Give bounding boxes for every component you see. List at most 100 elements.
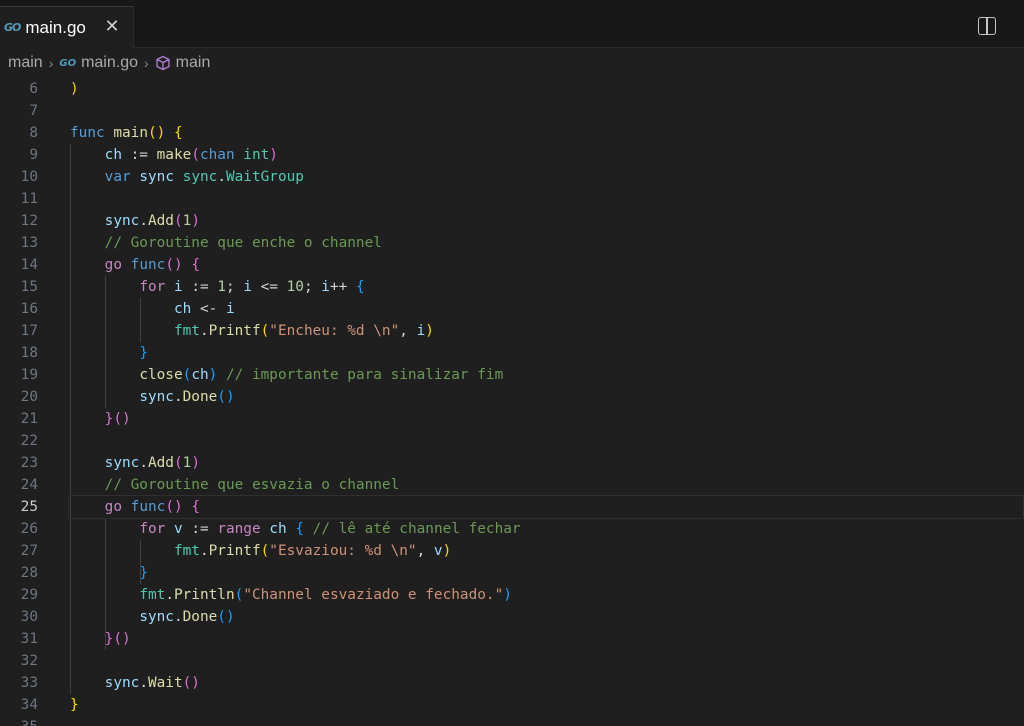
- code-token: // Goroutine que esvazia o channel: [104, 477, 400, 493]
- line-number: 31: [20, 631, 38, 647]
- code-token: int: [243, 147, 270, 163]
- code-token: func: [70, 125, 105, 141]
- code-token: range: [217, 521, 261, 537]
- code-line[interactable]: 32: [0, 650, 1024, 672]
- line-code: // Goroutine que esvazia o channel: [70, 474, 400, 496]
- code-line[interactable]: 18 }: [0, 342, 1024, 364]
- code-token: (: [191, 147, 200, 163]
- code-line[interactable]: 15 for i := 1; i <= 10; i++ {: [0, 276, 1024, 298]
- code-line[interactable]: 29 fmt.Println("Channel esvaziado e fech…: [0, 584, 1024, 606]
- code-line[interactable]: 10 var sync sync.WaitGroup: [0, 166, 1024, 188]
- code-token: (: [260, 543, 270, 559]
- code-line[interactable]: 14 go func() {: [0, 254, 1024, 276]
- code-token: for: [139, 279, 166, 295]
- symbol-method-icon: [156, 55, 170, 71]
- code-token: sync: [139, 389, 174, 405]
- code-token: 1: [217, 279, 226, 295]
- code-editor[interactable]: 6) 7 8 func main() {9 ch := make(chan int) 1…: [0, 78, 1024, 726]
- code-line[interactable]: 7: [0, 100, 1024, 122]
- code-token: ): [503, 587, 512, 603]
- line-code: func main() {: [70, 122, 183, 144]
- line-code: for v := range ch { // lê até channel fe…: [70, 518, 520, 540]
- code-line[interactable]: 24 // Goroutine que esvazia o channel: [0, 474, 1024, 496]
- code-line[interactable]: 12 sync.Add(1): [0, 210, 1024, 232]
- code-token: "Encheu: %d \n": [269, 323, 400, 339]
- code-token: func: [130, 499, 166, 515]
- code-line[interactable]: 28 }: [0, 562, 1024, 584]
- current-line-highlight: [68, 495, 1024, 519]
- code-token: i: [416, 323, 426, 339]
- code-line[interactable]: 21 }(): [0, 408, 1024, 430]
- code-token: for: [139, 521, 166, 537]
- code-line[interactable]: 9 ch := make(chan int): [0, 144, 1024, 166]
- line-number: 6: [29, 81, 38, 97]
- code-token: ch: [173, 301, 192, 317]
- code-token: i: [225, 301, 235, 317]
- line-number: 17: [20, 323, 38, 339]
- chevron-right-icon: ›: [48, 55, 54, 71]
- code-line[interactable]: 13 // Goroutine que enche o channel: [0, 232, 1024, 254]
- code-token: "Channel esvaziado e fechado.": [243, 587, 504, 603]
- breadcrumb: main › GO main.go › main: [0, 48, 1024, 78]
- breadcrumb-folder[interactable]: main: [8, 54, 43, 72]
- line-number: 23: [20, 455, 38, 471]
- code-token: (: [260, 323, 270, 339]
- code-line[interactable]: 35: [0, 716, 1024, 726]
- code-token: (): [113, 411, 131, 427]
- code-line[interactable]: 33 sync.Wait(): [0, 672, 1024, 694]
- split-editor-icon[interactable]: [978, 17, 996, 35]
- code-line[interactable]: 25 go func() {: [0, 495, 1024, 519]
- code-token: Done: [182, 389, 218, 405]
- code-line[interactable]: 11: [0, 188, 1024, 210]
- code-line[interactable]: 23 sync.Add(1): [0, 452, 1024, 474]
- line-code: fmt.Println("Channel esvaziado e fechado…: [70, 584, 512, 606]
- line-code: sync.Done(): [70, 386, 234, 408]
- code-line[interactable]: 6): [0, 78, 1024, 100]
- code-line[interactable]: 31 }(): [0, 628, 1024, 650]
- code-token: (): [217, 609, 235, 625]
- code-token: sync: [104, 675, 140, 691]
- code-line[interactable]: 22: [0, 430, 1024, 452]
- breadcrumb-file[interactable]: main.go: [81, 54, 138, 72]
- code-line[interactable]: 16 ch <- i: [0, 298, 1024, 320]
- code-token: .: [165, 587, 174, 603]
- line-number: 18: [20, 345, 38, 361]
- line-code: ch <- i: [70, 298, 235, 320]
- code-token: i: [243, 279, 252, 295]
- code-token: chan: [199, 147, 235, 163]
- code-line[interactable]: 34}: [0, 694, 1024, 716]
- code-token: :=: [182, 521, 218, 537]
- line-number: 10: [20, 169, 38, 185]
- code-line[interactable]: 30 sync.Done(): [0, 606, 1024, 628]
- code-line[interactable]: 8 func main() {: [0, 122, 1024, 144]
- code-token: {: [191, 499, 200, 515]
- tab-main-go[interactable]: GO main.go ✕: [0, 6, 134, 48]
- line-code: }: [70, 694, 79, 716]
- code-token: }: [139, 345, 148, 361]
- code-token: (): [165, 257, 183, 273]
- line-code: sync.Wait(): [70, 672, 200, 694]
- code-token: (: [182, 367, 192, 383]
- line-code: fmt.Printf("Encheu: %d \n", i): [70, 320, 434, 342]
- line-code: go func() {: [70, 496, 200, 518]
- code-token: ): [442, 543, 452, 559]
- close-icon[interactable]: ✕: [103, 17, 121, 35]
- code-line[interactable]: 26 for v := range ch { // lê até channel…: [0, 518, 1024, 540]
- code-line[interactable]: 19 close(ch) // importante para sinaliza…: [0, 364, 1024, 386]
- code-line[interactable]: 20 sync.Done(): [0, 386, 1024, 408]
- code-line[interactable]: 27 fmt.Printf("Esvaziou: %d \n", v): [0, 540, 1024, 562]
- code-line[interactable]: 17 fmt.Printf("Encheu: %d \n", i): [0, 320, 1024, 342]
- breadcrumb-symbol[interactable]: main: [176, 54, 211, 72]
